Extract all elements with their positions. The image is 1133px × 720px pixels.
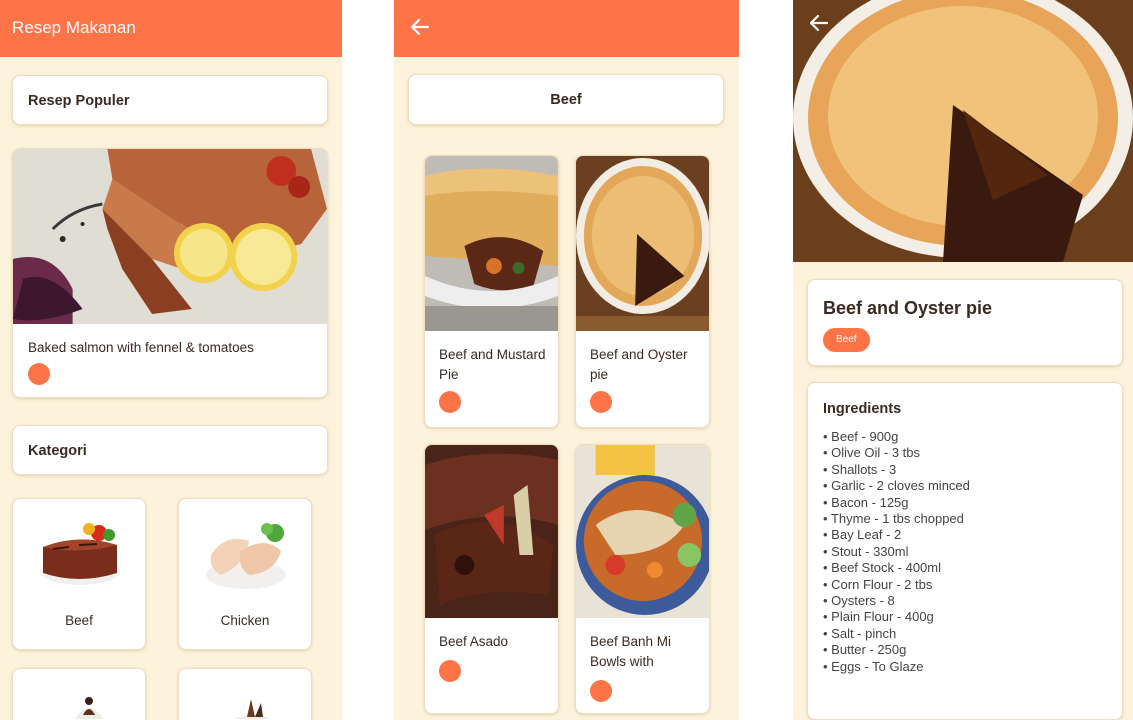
- category-card-dessert[interactable]: [12, 668, 146, 720]
- recipe-name: Beef and Oyster pie: [590, 347, 688, 382]
- circle-icon[interactable]: [590, 680, 612, 702]
- beef-category-image: [40, 523, 120, 585]
- recipe-card[interactable]: Beef and Oyster pie: [575, 155, 710, 428]
- ingredient-item: Plain Flour - 400g: [823, 609, 970, 625]
- ingredient-item: Corn Flour - 2 tbs: [823, 577, 970, 593]
- ingredient-item: Thyme - 1 tbs chopped: [823, 511, 970, 527]
- ingredient-item: Oysters - 8: [823, 593, 970, 609]
- mustard-pie-photo: [425, 156, 558, 331]
- category-tag[interactable]: Beef: [823, 328, 870, 352]
- recipe-card[interactable]: Beef and Mustard Pie: [424, 155, 559, 428]
- category-card-beef[interactable]: Beef: [12, 498, 146, 650]
- circle-icon[interactable]: [439, 660, 461, 682]
- ingredients-title: Ingredients: [823, 401, 902, 417]
- ingredients-card: Ingredients Beef - 900g Olive Oil - 3 tb…: [807, 382, 1123, 720]
- popular-recipe-card[interactable]: Baked salmon with fennel & tomatoes: [12, 148, 328, 398]
- recipe-detail-screen: Beef and Oyster pie Beef Ingredients Bee…: [793, 0, 1133, 720]
- app-bar: [394, 0, 739, 57]
- popular-section-title: Resep Populer: [28, 93, 130, 109]
- app-bar: Resep Makanan: [0, 0, 342, 57]
- category-section-title: Kategori: [28, 443, 87, 459]
- recipe-card[interactable]: Beef Banh Mi Bowls with: [575, 444, 710, 714]
- recipe-name: Beef Banh Mi Bowls with: [590, 634, 672, 669]
- dessert-category-image: [75, 697, 103, 719]
- popular-recipe-name: Baked salmon with fennel & tomatoes: [28, 340, 254, 355]
- popular-section-header: Resep Populer: [12, 75, 328, 125]
- ingredient-item: Beef Stock - 400ml: [823, 560, 970, 576]
- circle-icon[interactable]: [590, 391, 612, 413]
- circle-icon[interactable]: [28, 363, 50, 385]
- recipe-name: Beef and Mustard Pie: [439, 347, 546, 382]
- recipe-card[interactable]: Beef Asado: [424, 444, 559, 714]
- arrow-left-icon[interactable]: [808, 12, 830, 34]
- ingredient-item: Stout - 330ml: [823, 544, 970, 560]
- category-name-beef: Beef: [65, 613, 93, 628]
- ingredient-item: Eggs - To Glaze: [823, 659, 970, 675]
- banh-mi-bowl-photo: [576, 445, 709, 618]
- home-screen: Resep Makanan Resep Populer Baked salmon…: [0, 0, 342, 720]
- oyster-pie-hero-photo: [793, 0, 1133, 262]
- ingredients-list: Beef - 900g Olive Oil - 3 tbs Shallots -…: [823, 429, 970, 675]
- chicken-category-image: [206, 523, 286, 589]
- category-header-card: Beef: [408, 74, 724, 125]
- ingredient-item: Salt - pinch: [823, 626, 970, 642]
- salmon-photo: [13, 149, 327, 324]
- circle-icon[interactable]: [439, 391, 461, 413]
- category-section-header: Kategori: [12, 425, 328, 475]
- category-card-chicken[interactable]: Chicken: [178, 498, 312, 650]
- ingredient-item: Bacon - 125g: [823, 495, 970, 511]
- ingredient-item: Shallots - 3: [823, 462, 970, 478]
- recipe-name: Beef Asado: [439, 634, 509, 649]
- category-card-lamb[interactable]: [178, 668, 312, 720]
- ingredient-item: Olive Oil - 3 tbs: [823, 445, 970, 461]
- category-header-title: Beef: [550, 92, 582, 108]
- arrow-left-icon[interactable]: [409, 16, 431, 38]
- category-name-chicken: Chicken: [220, 613, 270, 628]
- ingredient-item: Bay Leaf - 2: [823, 527, 970, 543]
- beef-asado-photo: [425, 445, 558, 618]
- recipe-title: Beef and Oyster pie: [823, 298, 993, 318]
- oyster-pie-photo: [576, 156, 709, 331]
- app-title: Resep Makanan: [12, 18, 136, 37]
- lamb-category-image: [235, 699, 271, 719]
- category-screen: Beef Beef and Mustard Pie Beef and Oyste…: [394, 0, 739, 720]
- recipe-title-card: Beef and Oyster pie Beef: [807, 279, 1123, 366]
- screenshot-collage: Resep Makanan Resep Populer Baked salmon…: [0, 0, 1133, 720]
- ingredient-item: Butter - 250g: [823, 642, 970, 658]
- ingredient-item: Beef - 900g: [823, 429, 970, 445]
- ingredient-item: Garlic - 2 cloves minced: [823, 478, 970, 494]
